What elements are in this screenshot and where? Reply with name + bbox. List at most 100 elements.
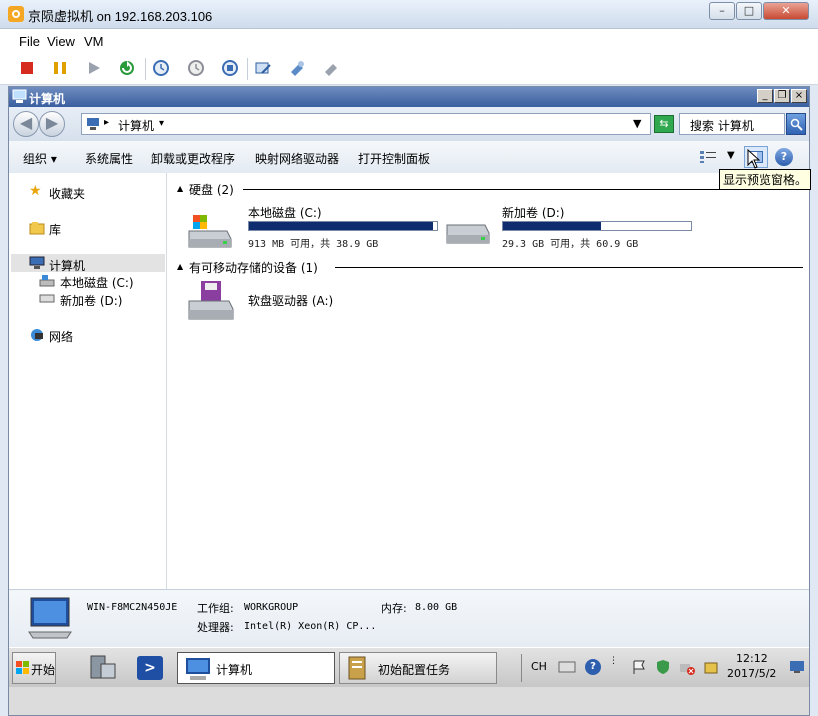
menu-file[interactable]: File <box>19 34 40 49</box>
floppy-drive-icon[interactable] <box>187 281 235 321</box>
edit-settings-icon[interactable] <box>254 59 272 77</box>
tray-options-icon[interactable]: ⋮ <box>609 656 618 666</box>
group-divider <box>335 267 803 268</box>
explorer-restore-button[interactable]: ❐ <box>774 89 790 103</box>
group-header-removable[interactable]: 有可移动存储的设备 (1) <box>189 259 318 276</box>
host-window: 京陨虚拟机 on 192.168.203.106 – □ ✕ File View… <box>0 0 818 716</box>
explorer-title-bar: 计算机 _ ❐ × <box>9 87 809 107</box>
details-workgroup: WORKGROUP <box>244 602 299 613</box>
host-close-button[interactable]: ✕ <box>763 2 809 20</box>
address-path[interactable]: 计算机 <box>118 117 154 134</box>
search-input[interactable]: 搜索 计算机 <box>679 113 785 135</box>
details-cpu-label: 处理器: <box>197 621 234 634</box>
floppy-drive-name[interactable]: 软盘驱动器 (A:) <box>248 292 333 309</box>
show-desktop-icon[interactable] <box>789 660 805 674</box>
forward-button[interactable]: ▶ <box>39 111 65 137</box>
refresh-icon[interactable]: ⇆ <box>654 115 674 133</box>
content-pane: ▲ 硬盘 (2) 本地磁盘 (C:) 913 MB 可用，共 38.9 GB 新… <box>167 173 809 589</box>
open-control-panel-button[interactable]: 打开控制面板 <box>358 150 430 167</box>
map-network-drive-button[interactable]: 映射网络驱动器 <box>255 150 339 167</box>
details-pane: WIN-F8MC2N450JE 工作组: WORKGROUP 内存: 8.00 … <box>9 589 809 648</box>
chevron-down-icon[interactable]: ▾ <box>159 118 164 129</box>
server-manager-icon[interactable] <box>87 654 117 682</box>
security-shield-icon[interactable] <box>655 659 671 675</box>
menu-vm[interactable]: VM <box>84 34 104 49</box>
task-initial-config-label: 初始配置任务 <box>378 663 451 677</box>
details-memory: 8.00 GB <box>415 602 458 613</box>
local-disk-c-icon[interactable] <box>187 209 233 249</box>
navigation-pane: ★ 收藏夹 库 计算机 本地磁盘 (C:) 新加卷 (D:) 网络 <box>9 173 167 589</box>
host-minimize-button[interactable]: – <box>709 2 735 20</box>
search-placeholder: 搜索 计算机 <box>690 119 754 133</box>
menu-view[interactable]: View <box>47 34 75 49</box>
vm-app-icon <box>8 6 24 22</box>
group-header-hdd[interactable]: 硬盘 (2) <box>189 181 234 198</box>
address-box[interactable]: ▸ 计算机 ▾ ▼ <box>81 113 651 135</box>
clock-date[interactable]: 2017/5/2 <box>727 667 776 680</box>
view-chevron-down-icon[interactable]: ▼ <box>727 150 735 161</box>
computer-icon <box>12 89 27 103</box>
nav-favorites[interactable]: 收藏夹 <box>49 185 85 202</box>
drive-d-name[interactable]: 新加卷 (D:) <box>502 204 564 221</box>
task-initial-config[interactable]: 初始配置任务 <box>339 652 497 684</box>
drive-d-icon[interactable] <box>445 213 491 247</box>
drive-c-name[interactable]: 本地磁盘 (C:) <box>248 204 322 221</box>
address-separator[interactable]: ▸ <box>104 117 109 128</box>
revert-snapshot-icon[interactable] <box>187 59 205 77</box>
toolbar-separator <box>247 58 248 80</box>
organize-button[interactable]: 组织 ▾ <box>23 150 57 167</box>
host-maximize-button[interactable]: □ <box>736 2 762 20</box>
snapshot-icon[interactable] <box>152 59 170 77</box>
host-bottom-strip <box>9 687 809 715</box>
collapse-group-icon[interactable]: ▲ <box>177 184 183 193</box>
network-icon <box>31 329 43 341</box>
console-options-icon[interactable] <box>288 59 306 77</box>
network-status-icon[interactable] <box>679 659 695 675</box>
send-keys-icon[interactable] <box>322 59 340 77</box>
details-memory-label: 内存: <box>381 602 407 615</box>
uninstall-program-button[interactable]: 卸载或更改程序 <box>151 150 235 167</box>
windows-logo-icon <box>16 661 29 674</box>
play-icon[interactable] <box>85 59 103 77</box>
drive-d-info: 29.3 GB 可用，共 60.9 GB <box>502 239 639 250</box>
view-options-icon[interactable] <box>699 150 717 164</box>
reset-icon[interactable] <box>118 59 136 77</box>
drive-icon <box>39 294 55 303</box>
help-icon[interactable]: ? <box>775 148 793 166</box>
language-indicator[interactable]: CH <box>531 660 547 673</box>
task-computer-label: 计算机 <box>216 663 253 677</box>
stop-icon[interactable] <box>18 59 36 77</box>
nav-drive-c[interactable]: 本地磁盘 (C:) <box>60 274 134 291</box>
start-button[interactable]: 开始 <box>12 652 56 684</box>
star-icon: ★ <box>29 183 42 199</box>
keyboard-icon[interactable] <box>558 660 576 674</box>
collapse-group-icon[interactable]: ▲ <box>177 262 183 271</box>
back-button[interactable]: ◀ <box>13 111 39 137</box>
clock-time[interactable]: 12:12 <box>736 652 768 665</box>
drive-c-usage-bar <box>248 221 438 231</box>
tray-separator <box>521 654 522 682</box>
nav-libraries[interactable]: 库 <box>49 221 61 238</box>
volume-icon[interactable] <box>703 659 719 675</box>
drive-c-usage-fill <box>249 222 433 230</box>
host-toolbar <box>0 53 818 85</box>
explorer-minimize-button[interactable]: _ <box>757 89 773 103</box>
task-computer[interactable]: 计算机 <box>177 652 335 684</box>
powershell-icon[interactable]: > <box>137 656 163 680</box>
manage-snapshot-icon[interactable] <box>221 59 239 77</box>
explorer-window-title: 计算机 <box>29 92 66 106</box>
help-tray-icon[interactable]: ? <box>585 659 601 675</box>
system-properties-button[interactable]: 系统属性 <box>85 150 133 167</box>
search-icon[interactable] <box>786 113 806 135</box>
pause-icon[interactable] <box>51 59 69 77</box>
preview-pane-tooltip: 显示预览窗格。 <box>719 169 812 190</box>
nav-computer[interactable]: 计算机 <box>49 257 85 274</box>
address-history-chevron-icon[interactable]: ▼ <box>633 117 641 130</box>
explorer-close-button[interactable]: × <box>791 89 807 103</box>
taskbar: 开始 > 计算机 初始配置任务 CH ? ⋮ 12:12 2017/5/2 <box>9 647 809 688</box>
flag-icon[interactable] <box>631 659 647 675</box>
computer-icon <box>186 658 210 680</box>
nav-drive-d[interactable]: 新加卷 (D:) <box>60 292 122 309</box>
nav-network[interactable]: 网络 <box>49 328 73 345</box>
local-disk-icon <box>39 275 55 287</box>
